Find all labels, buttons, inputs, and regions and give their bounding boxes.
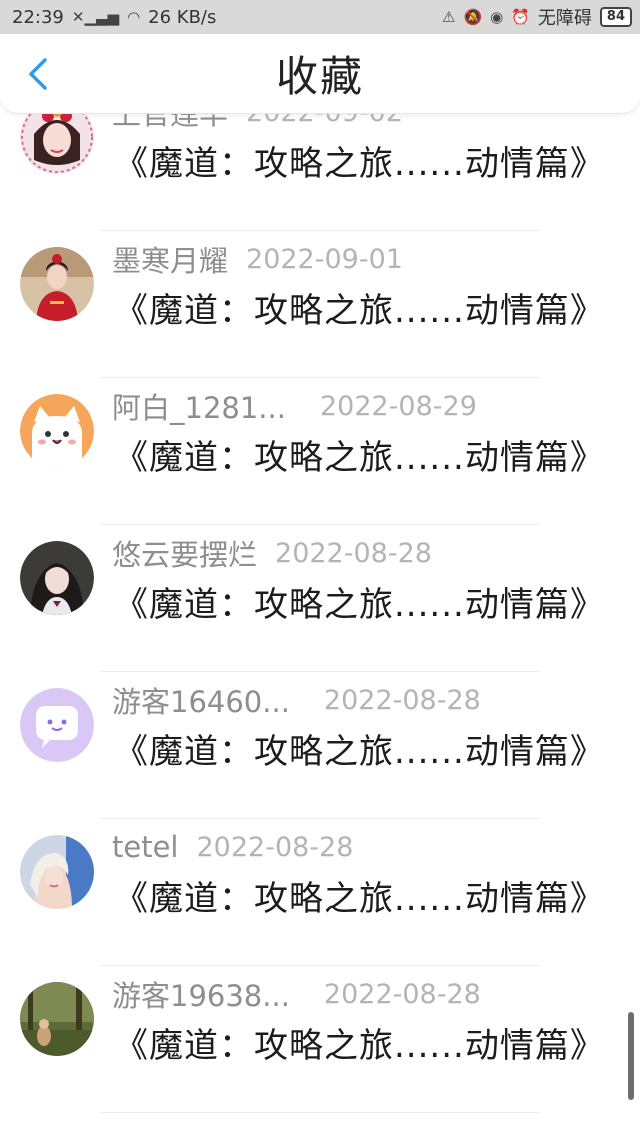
avatar[interactable]	[20, 114, 94, 174]
post-date: 2022-08-28	[323, 684, 481, 716]
avatar[interactable]	[20, 541, 94, 615]
chevron-left-icon	[29, 58, 47, 90]
post-title[interactable]: 《魔道：攻略之旅......动情篇》	[114, 1018, 605, 1067]
post-date: 2022-08-28	[323, 978, 481, 1010]
header: 收藏	[0, 34, 640, 114]
status-left: 22:39 ✕▁▃▅ ◠ 26 KB/s	[12, 7, 216, 28]
avatar[interactable]	[20, 688, 94, 762]
favorites-list: 上官莲华 2022-09-02 《魔道：攻略之旅......动情篇》 墨寒月耀 …	[0, 114, 640, 1138]
page-title: 收藏	[275, 52, 364, 101]
battery-icon: 84	[599, 7, 632, 27]
vpn-icon: ◉	[490, 8, 504, 26]
favorite-item[interactable]: tetel 2022-08-28 《魔道：攻略之旅......动情篇》	[0, 819, 640, 966]
item-meta: 悠云要摆烂 2022-08-28	[112, 531, 432, 575]
post-title[interactable]: 《魔道：攻略之旅......动情篇》	[114, 871, 605, 920]
post-title[interactable]: 《魔道：攻略之旅......动情篇》	[114, 283, 605, 332]
mute-bell-icon: 🔕	[463, 8, 483, 26]
app-notification-icon: ⚠	[441, 8, 456, 26]
user-name[interactable]: 悠云要摆烂	[112, 532, 257, 574]
status-time: 22:39	[12, 6, 64, 28]
favorite-item[interactable]: 墨寒月耀 2022-09-01 《魔道：攻略之旅......动情篇》	[0, 231, 640, 378]
status-right: ⚠ 🔕 ◉ ⏰ 无障碍 84	[442, 4, 632, 30]
user-name[interactable]: 游客16460...	[112, 679, 290, 721]
back-button[interactable]	[18, 52, 58, 96]
avatar[interactable]	[20, 982, 94, 1056]
alarm-icon: ⏰	[511, 8, 530, 26]
favorite-item[interactable]: 悠云要摆烂 2022-08-28 《魔道：攻略之旅......动情篇》	[0, 525, 640, 672]
user-name[interactable]: 游客19638...	[112, 973, 290, 1015]
post-date: 2022-08-29	[319, 390, 477, 422]
user-name[interactable]: 阿白_1281...	[112, 385, 286, 427]
item-meta: tetel 2022-08-28	[112, 825, 353, 869]
favorite-item[interactable]: 游客16460... 2022-08-28 《魔道：攻略之旅......动情篇》	[0, 672, 640, 819]
user-name[interactable]: tetel	[112, 830, 178, 864]
user-name[interactable]: 上官莲华	[112, 114, 228, 133]
user-name[interactable]: 墨寒月耀	[112, 238, 228, 280]
accessibility-label: 无障碍	[537, 8, 592, 29]
item-meta: 游客19638... 2022-08-28	[112, 972, 481, 1016]
item-meta: 上官莲华 2022-09-02	[112, 114, 403, 134]
avatar[interactable]	[20, 835, 94, 909]
item-meta: 阿白_1281... 2022-08-29	[112, 384, 477, 428]
net-speed: 26 KB/s	[148, 6, 217, 28]
post-title[interactable]: 《魔道：攻略之旅......动情篇》	[114, 577, 605, 626]
post-date: 2022-08-28	[196, 831, 354, 863]
post-title[interactable]: 《魔道：攻略之旅......动情篇》	[114, 724, 605, 773]
avatar[interactable]	[20, 394, 94, 468]
post-date: 2022-09-02	[246, 114, 403, 128]
item-meta: 游客16460... 2022-08-28	[112, 678, 481, 722]
scrollbar[interactable]	[628, 1012, 634, 1100]
signal-icon: ✕▁▃▅	[71, 8, 120, 26]
status-bar: 22:39 ✕▁▃▅ ◠ 26 KB/s ⚠ 🔕 ◉ ⏰ 无障碍 84	[0, 0, 640, 34]
favorite-item[interactable]: 游客19638... 2022-08-28 《魔道：攻略之旅......动情篇》	[0, 966, 640, 1113]
post-date: 2022-08-28	[275, 537, 432, 569]
post-title[interactable]: 《魔道：攻略之旅......动情篇》	[114, 430, 605, 479]
item-meta: 墨寒月耀 2022-09-01	[112, 237, 403, 281]
wifi-icon: ◠	[127, 8, 141, 26]
favorite-item[interactable]: 阿白_1281... 2022-08-29 《魔道：攻略之旅......动情篇》	[0, 378, 640, 525]
post-date: 2022-09-01	[246, 243, 403, 275]
favorite-item[interactable]: 上官莲华 2022-09-02 《魔道：攻略之旅......动情篇》	[0, 114, 640, 231]
avatar[interactable]	[20, 247, 94, 321]
post-title[interactable]: 《魔道：攻略之旅......动情篇》	[114, 136, 605, 185]
